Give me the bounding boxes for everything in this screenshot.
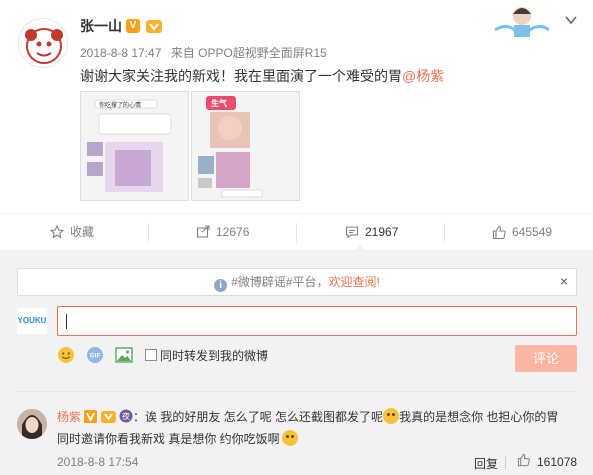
info-icon: i: [214, 279, 228, 292]
mention-link[interactable]: @杨紫: [402, 68, 444, 84]
comment-like-count: 161078: [537, 455, 578, 469]
commenter-avatar[interactable]: [17, 409, 47, 439]
vip-badge-icon: [100, 411, 116, 423]
like-count: 645549: [512, 225, 553, 239]
action-bar: 收藏 12676 21967 645549: [0, 213, 593, 251]
post-text: 谢谢大家关注我的新戏！我在里面演了一个难受的胃@杨紫: [80, 66, 444, 86]
divider: [444, 223, 445, 243]
svg-text:夜: 夜: [122, 411, 130, 421]
divider: [296, 223, 297, 243]
comment-line-2: 同时邀请你看我新戏 真是想你 约你吃饭啊: [57, 430, 298, 447]
notice-text: #微博辟谣#平台，: [231, 275, 329, 289]
reply-button[interactable]: 回复: [474, 455, 498, 472]
crying-emoji-icon: [281, 430, 298, 446]
thumbs-up-icon[interactable]: [517, 453, 531, 467]
post-meta: 2018-8-8 17:47 来自 OPPO超视野全面屏R15: [80, 44, 327, 61]
notice-link[interactable]: 欢迎查阅!: [329, 275, 380, 289]
svg-text:GIF: GIF: [90, 353, 101, 360]
divider: [505, 456, 506, 469]
author-avatar[interactable]: [18, 18, 68, 68]
image-icon[interactable]: [115, 346, 133, 364]
post-time[interactable]: 2018-8-8 17:47: [80, 46, 161, 60]
comment-text-c: 同时邀请你看我新戏 真是想你 约你吃饭啊: [57, 432, 280, 446]
close-icon[interactable]: ×: [557, 274, 571, 288]
post-source[interactable]: OPPO超视野全面屏R15: [198, 46, 327, 60]
vip-badge-icon[interactable]: [145, 18, 163, 34]
text-caret: [66, 314, 67, 329]
emoji-icon[interactable]: [57, 346, 75, 364]
forward-icon: [196, 225, 210, 238]
chevron-down-icon[interactable]: [564, 13, 578, 27]
commenter-name[interactable]: 杨紫: [57, 410, 81, 424]
post-body: 谢谢大家关注我的新戏！我在里面演了一个难受的胃: [80, 68, 402, 84]
favorite-label: 收藏: [70, 225, 95, 239]
author-name[interactable]: 张一山: [80, 16, 122, 36]
comment-line-1: 杨紫 夜：诶 我的好朋友 怎么了呢 怎么还截图都发了呢 我真的是想念你 也担心你的…: [57, 408, 558, 425]
star-icon: [50, 225, 64, 239]
night-badge-icon: 夜: [119, 409, 133, 423]
comment-time: 2018-8-8 17:54: [57, 455, 139, 469]
divider: [17, 391, 577, 392]
weibo-post: 张一山 V 2018-8-8 17:47 来自 OPPO超视野全面屏R15 谢谢…: [0, 0, 593, 213]
forward-checkbox-label: 同时转发到我的微博: [160, 349, 269, 363]
comment-text-a: ：诶 我的好朋友 怎么了呢 怎么还截图都发了呢: [133, 410, 384, 424]
post-image-2-caption: 生气: [211, 99, 227, 108]
gif-icon[interactable]: GIF: [86, 346, 104, 364]
submit-comment-button[interactable]: 评论: [515, 345, 577, 372]
comment-count: 21967: [365, 225, 399, 239]
comment-pointer-arrow: [353, 245, 367, 252]
card-decoration-icon: [494, 7, 550, 37]
rumor-notice-banner[interactable]: i #微博辟谣#平台，欢迎查阅!: [17, 268, 577, 296]
forward-checkbox[interactable]: [145, 349, 157, 361]
thumbs-up-icon: [492, 225, 506, 240]
source-prefix: 来自: [170, 46, 195, 60]
post-image-2[interactable]: 生气: [191, 91, 300, 201]
comment-icon: [345, 226, 359, 239]
verified-badge-icon: [84, 410, 98, 423]
smile-emoji-icon: [383, 408, 400, 424]
post-image-1[interactable]: 你吃撑了的心情: [80, 91, 189, 201]
youku-logo-icon: YOUKU: [17, 308, 47, 334]
forward-count: 12676: [216, 225, 250, 239]
divider: [148, 223, 149, 243]
comment-input[interactable]: [57, 306, 577, 336]
verified-badge-icon: V: [126, 19, 140, 33]
post-image-1-caption: 你吃撑了的心情: [99, 103, 142, 109]
comment-text-b: 我真的是想念你 也担心你的胃: [399, 410, 559, 424]
